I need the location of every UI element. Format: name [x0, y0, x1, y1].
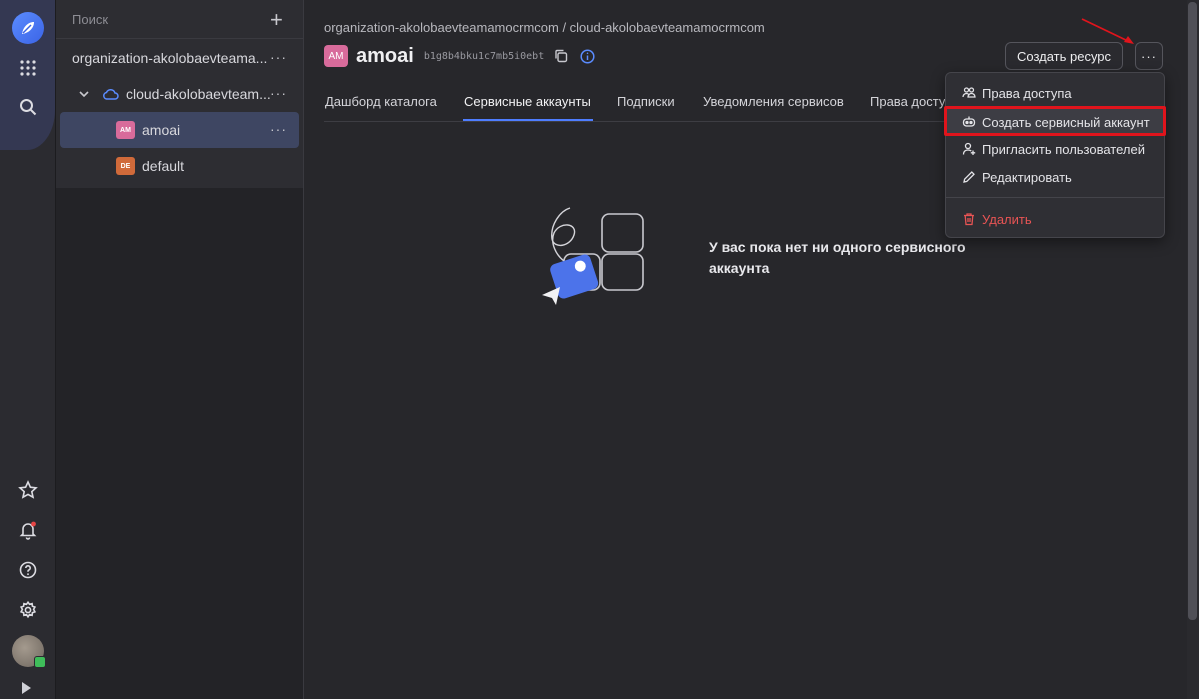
bell-icon[interactable]: [14, 516, 42, 544]
trash-icon: [962, 212, 976, 226]
tree-search-input[interactable]: Поиск: [72, 12, 108, 27]
folder-tag: AM: [116, 121, 135, 139]
menu-item-access-rights[interactable]: Права доступа: [946, 80, 1164, 106]
tab-subscriptions[interactable]: Подписки: [617, 94, 675, 109]
menu-item-label: Пригласить пользователей: [982, 141, 1145, 157]
tree-item-cloud[interactable]: cloud-akolobaevteam... ···: [60, 76, 299, 112]
tab-service-accounts[interactable]: Сервисные аккаунты: [464, 94, 591, 109]
scrollbar-thumb[interactable]: [1188, 2, 1197, 620]
menu-item-invite-users[interactable]: Пригласить пользователей: [946, 136, 1164, 162]
empty-state-illustration: [542, 207, 644, 305]
info-icon[interactable]: [580, 48, 595, 64]
robot-icon: [962, 115, 976, 129]
settings-gear-icon[interactable]: [14, 596, 42, 624]
tree-item-label: amoai: [142, 122, 181, 138]
avatar-status-badge: [34, 656, 46, 668]
people-icon: [962, 86, 976, 100]
annotation-arrow-icon: [1081, 18, 1134, 44]
page-title: amoai: [356, 44, 414, 67]
more-button[interactable]: ···: [270, 49, 287, 65]
cloud-icon: [102, 88, 119, 100]
apps-grid-icon[interactable]: [14, 54, 42, 82]
active-tab-indicator: [463, 119, 593, 121]
logo-icon[interactable]: [12, 12, 44, 44]
tree-item-label: organization-akolobaevteama...: [72, 50, 268, 66]
tree-item-organization[interactable]: organization-akolobaevteama... ···: [60, 40, 299, 76]
divider: [56, 38, 303, 39]
tab-service-notifications[interactable]: Уведомления сервисов: [703, 94, 844, 109]
copy-icon[interactable]: [554, 49, 568, 63]
add-button[interactable]: +: [270, 6, 283, 34]
tree-item-label: cloud-akolobaevteam...: [126, 86, 271, 102]
folder-tree-panel: Поиск + organization-akolobaevteama... ·…: [56, 0, 304, 699]
star-icon[interactable]: [14, 476, 42, 504]
folder-tag: DE: [116, 157, 135, 175]
help-icon[interactable]: [14, 556, 42, 584]
tabs-bar: Дашборд каталога Сервисные аккаунты Подп…: [324, 84, 964, 122]
pencil-icon: [962, 170, 976, 184]
tab-access-rights[interactable]: Права досту: [870, 94, 945, 109]
chevron-down-icon[interactable]: [78, 88, 90, 100]
title-tag: AM: [324, 45, 348, 67]
left-rail: [0, 0, 56, 699]
more-actions-menu: Права доступа Создать сервисный аккаунт …: [944, 72, 1166, 238]
tab-catalog-dashboard[interactable]: Дашборд каталога: [325, 94, 437, 109]
menu-item-label: Создать сервисный аккаунт: [982, 114, 1150, 130]
tree-item-amoai[interactable]: AM amoai ···: [60, 112, 299, 148]
more-button[interactable]: ···: [270, 85, 287, 101]
menu-item-label: Редактировать: [982, 169, 1072, 185]
breadcrumb[interactable]: organization-akolobaevteamamocrmcom / cl…: [324, 20, 765, 35]
tree-item-label: default: [142, 158, 185, 174]
user-plus-icon: [962, 142, 976, 156]
menu-item-delete[interactable]: Удалить: [946, 206, 1164, 232]
menu-item-label: Права доступа: [982, 85, 1072, 101]
menu-item-label: Удалить: [982, 211, 1032, 227]
empty-state-message: У вас пока нет ни одного сервисного акка…: [709, 239, 966, 276]
tree-item-default[interactable]: DE default: [60, 148, 299, 184]
more-button[interactable]: ···: [270, 121, 287, 137]
menu-divider: [946, 197, 1164, 198]
menu-item-create-service-account[interactable]: Создать сервисный аккаунт: [946, 109, 1164, 135]
menu-item-edit[interactable]: Редактировать: [946, 164, 1164, 190]
expand-rail-icon[interactable]: [22, 682, 31, 694]
search-icon[interactable]: [14, 93, 42, 121]
page-title-row: AM amoai b1g8b4bku1c7mb5i0ebt: [324, 44, 595, 68]
folder-id: b1g8b4bku1c7mb5i0ebt: [423, 50, 545, 62]
